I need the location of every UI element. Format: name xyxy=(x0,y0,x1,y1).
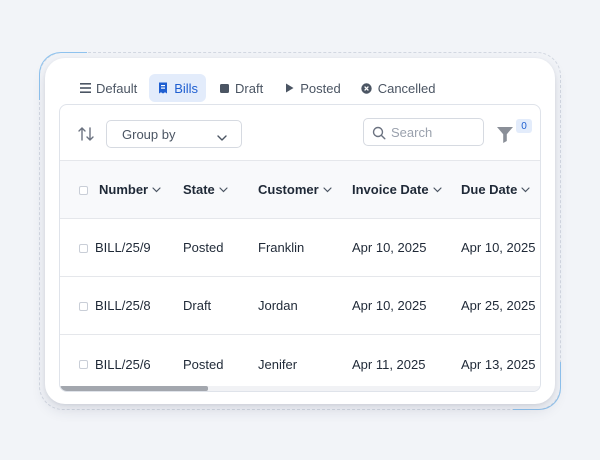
cell-invoice-date: Apr 11, 2025 xyxy=(352,356,426,372)
cell-number: BILL/25/8 xyxy=(95,298,151,313)
group-by-select[interactable]: Group by xyxy=(106,120,242,148)
cell-state: Posted xyxy=(183,356,224,372)
tab-bills[interactable]: Bills xyxy=(149,74,207,102)
cell-customer: Jordan xyxy=(258,298,298,313)
cell-customer: Jenifer xyxy=(258,356,298,372)
column-header-state[interactable]: State xyxy=(183,161,228,218)
row-checkbox[interactable] xyxy=(79,302,88,311)
filter-count-badge: 0 xyxy=(516,119,532,133)
sort-icon[interactable] xyxy=(77,125,95,143)
filter-icon[interactable] xyxy=(496,124,516,144)
cell-due-date: Apr 25, 2025 xyxy=(461,298,536,313)
chevron-down-icon xyxy=(521,186,530,192)
tab-draft[interactable]: Draft xyxy=(210,74,271,102)
cell-state: Draft xyxy=(183,298,212,313)
cell-number: BILL/25/9 xyxy=(95,240,151,255)
square-icon xyxy=(218,82,230,94)
chevron-down-icon xyxy=(217,130,227,141)
table-header-row: Number State Customer Invoice Date Due D… xyxy=(60,161,540,219)
table-row[interactable]: BILL/25/9 Posted Franklin Apr 10, 2025 A… xyxy=(60,219,540,277)
group-by-label: Group by xyxy=(122,126,176,142)
column-header-label: Invoice Date xyxy=(352,182,429,197)
cancel-circle-icon xyxy=(361,82,373,94)
column-header-due-date[interactable]: Due Date xyxy=(461,161,530,218)
column-header-label: Number xyxy=(99,182,149,197)
chevron-down-icon xyxy=(152,186,161,192)
play-icon xyxy=(283,82,295,94)
cell-invoice-date: Apr 10, 2025 xyxy=(352,298,427,313)
tab-label: Bills xyxy=(174,80,199,96)
column-header-label: Due Date xyxy=(461,182,518,197)
column-header-invoice-date[interactable]: Invoice Date xyxy=(352,161,442,218)
tab-label: Default xyxy=(96,80,138,96)
cell-number: BILL/25/6 xyxy=(95,356,151,372)
cell-state: Posted xyxy=(183,240,224,255)
tab-label: Draft xyxy=(235,80,264,96)
search-icon xyxy=(372,126,386,140)
chevron-down-icon xyxy=(432,186,442,192)
list-icon xyxy=(79,82,91,94)
view-tabs: Default Bills Draft Posted Cancelled xyxy=(71,74,444,102)
tab-posted[interactable]: Posted xyxy=(275,74,348,102)
tab-label: Cancelled xyxy=(377,80,436,96)
chevron-down-icon xyxy=(219,186,228,192)
tab-label: Posted xyxy=(300,80,341,96)
scrollbar-thumb[interactable] xyxy=(60,386,208,391)
horizontal-scrollbar[interactable] xyxy=(60,386,540,391)
table-row[interactable]: BILL/25/6 Posted Jenifer Apr 11, 2025 Ap… xyxy=(60,335,540,391)
column-header-label: Customer xyxy=(258,182,319,197)
table-toolbar: Group by Search 0 xyxy=(60,105,540,161)
select-all-checkbox[interactable] xyxy=(79,186,88,195)
cell-due-date: Apr 10, 2025 xyxy=(461,240,536,255)
tab-cancelled[interactable]: Cancelled xyxy=(353,74,444,102)
bills-table: Number State Customer Invoice Date Due D… xyxy=(60,161,540,391)
column-header-customer[interactable]: Customer xyxy=(258,161,332,218)
bills-card: Default Bills Draft Posted Cancelled Gro… xyxy=(45,58,555,404)
bills-table-panel: Group by Search 0 Number State Customer … xyxy=(59,104,541,392)
cell-due-date: Apr 13, 2025 xyxy=(461,356,536,372)
table-row[interactable]: BILL/25/8 Draft Jordan Apr 10, 2025 Apr … xyxy=(60,277,540,335)
search-input[interactable]: Search xyxy=(363,118,484,146)
column-header-number[interactable]: Number xyxy=(99,161,161,218)
tab-default[interactable]: Default xyxy=(71,74,145,102)
column-header-label: State xyxy=(183,182,215,197)
search-placeholder: Search xyxy=(391,124,433,140)
row-checkbox[interactable] xyxy=(79,244,88,253)
row-checkbox[interactable] xyxy=(79,360,88,369)
chevron-down-icon xyxy=(323,186,332,192)
bill-icon xyxy=(157,82,169,94)
cell-invoice-date: Apr 10, 2025 xyxy=(352,240,427,255)
cell-customer: Franklin xyxy=(258,240,305,255)
